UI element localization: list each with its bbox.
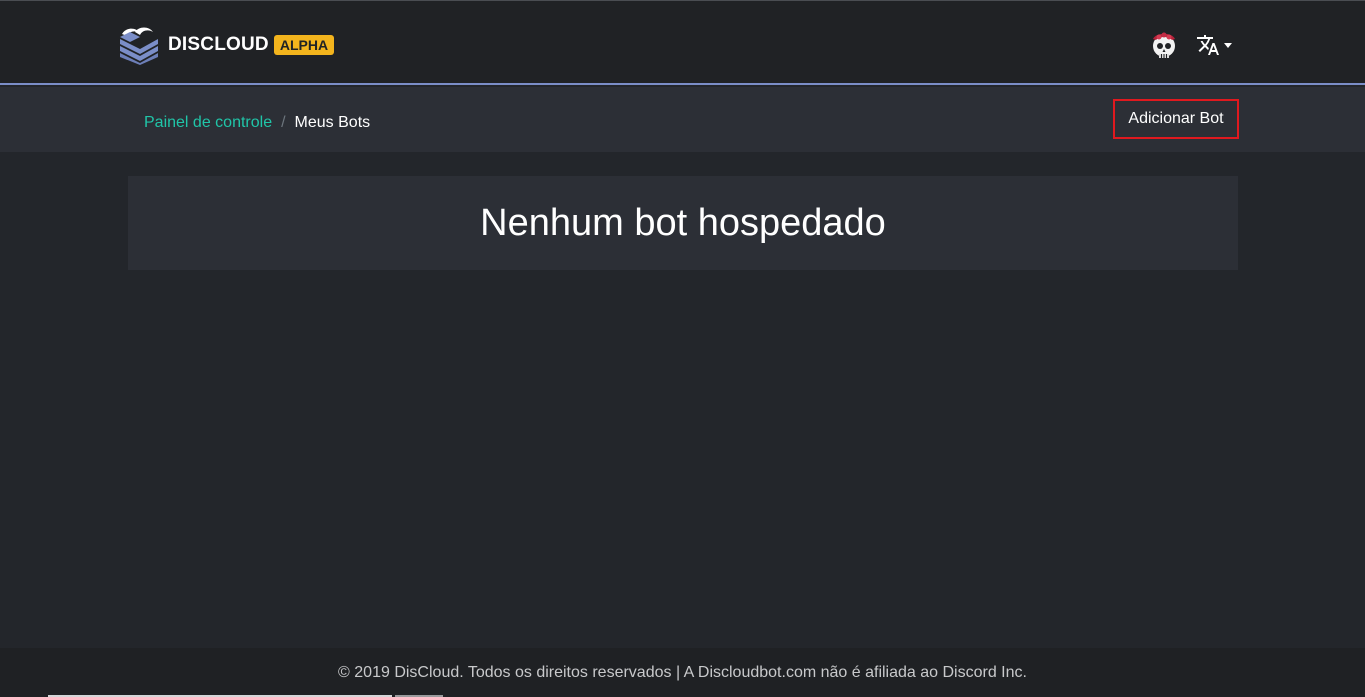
language-dropdown[interactable] [1196,33,1232,57]
breadcrumb: Painel de controle / Meus Bots [144,114,370,132]
brand[interactable]: DISCLOUD ALPHA [116,25,335,65]
chevron-down-icon [1224,42,1232,48]
top-navbar: DISCLOUD ALPHA [0,0,1365,85]
add-bot-button[interactable]: Adicionar Bot [1113,99,1239,139]
user-avatar[interactable] [1148,29,1180,61]
footer: © 2019 DisCloud. Todos os direitos reser… [0,648,1365,697]
skull-avatar-icon [1153,32,1175,58]
breadcrumb-link-dashboard[interactable]: Painel de controle [144,114,272,132]
empty-state-message: Nenhum bot hospedado [480,201,886,244]
footer-text: © 2019 DisCloud. Todos os direitos reser… [338,663,1027,681]
alpha-badge: ALPHA [273,35,335,55]
empty-state-card: Nenhum bot hospedado [128,176,1238,270]
brand-name: DISCLOUD [168,34,269,55]
discloud-logo-icon [120,27,158,65]
breadcrumb-separator: / [281,114,286,131]
translate-icon [1197,35,1219,55]
breadcrumb-current-page: Meus Bots [294,114,371,131]
